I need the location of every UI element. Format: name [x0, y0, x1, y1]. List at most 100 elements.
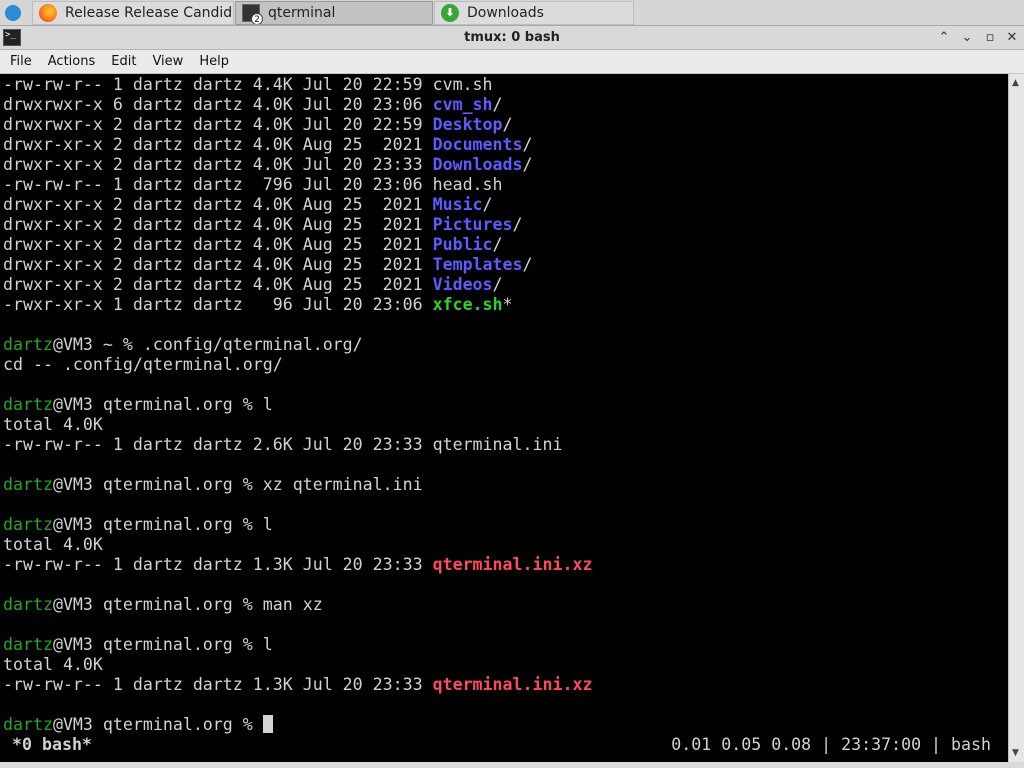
file-entry: drwxr-xr-x 2 dartz dartz 4.0K Aug 25 202… [3, 135, 1008, 155]
directory-listing: -rw-rw-r-- 1 dartz dartz 4.4K Jul 20 22:… [3, 75, 1008, 315]
text-cursor [262, 715, 273, 733]
file-name: xfce.sh [432, 295, 503, 314]
window-bottom-border [0, 762, 1024, 768]
file-entry: drwxr-xr-x 2 dartz dartz 4.0K Jul 20 23:… [3, 155, 1008, 175]
window-count-badge: 2 [251, 13, 263, 24]
prompt-user: dartz [3, 635, 53, 654]
file-meta: drwxr-xr-x 2 dartz dartz 4.0K Jul 20 23:… [3, 155, 433, 174]
file-meta: -rwxr-xr-x 1 dartz dartz 96 Jul 20 23:06 [3, 295, 433, 314]
file-entry: drwxr-xr-x 2 dartz dartz 4.0K Aug 25 202… [3, 195, 1008, 215]
menu-view[interactable]: View [146, 54, 189, 69]
command-text: @VM3 ~ % .config/qterminal.org/ [52, 335, 363, 354]
minimize-button[interactable]: ⌄ [958, 29, 976, 47]
file-type-suffix: / [482, 195, 493, 214]
file-meta: drwxr-xr-x 2 dartz dartz 4.0K Aug 25 202… [3, 215, 433, 234]
taskbar: Release Release Candid... 2 qterminal ⬇ … [0, 0, 1024, 26]
shade-button[interactable]: ⌃ [935, 29, 953, 47]
file-meta: drwxr-xr-x 2 dartz dartz 4.0K Aug 25 202… [3, 135, 433, 154]
prompt-line: dartz@VM3 qterminal.org % man xz [3, 595, 1008, 615]
taskbar-item-qterminal[interactable]: 2 qterminal [235, 1, 433, 25]
file-entry: -rw-rw-r-- 1 dartz dartz 796 Jul 20 23:0… [3, 175, 1008, 195]
firefox-icon [39, 4, 57, 22]
current-prompt-line: dartz@VM3 qterminal.org % [3, 715, 1008, 735]
menu-file[interactable]: File [4, 54, 38, 69]
file-entry: -rwxr-xr-x 1 dartz dartz 96 Jul 20 23:06… [3, 295, 1008, 315]
taskbar-item-firefox[interactable]: Release Release Candid... [32, 1, 234, 25]
menu-bar: File Actions Edit View Help [0, 50, 1024, 74]
output-line: total 4.0K [3, 535, 103, 554]
prompt-line: dartz@VM3 qterminal.org % xz qterminal.i… [3, 475, 1008, 495]
terminal-icon: 2 [242, 4, 263, 24]
prompt-user: dartz [3, 715, 53, 734]
file-name: qterminal.ini [432, 435, 563, 454]
file-type-suffix: / [522, 135, 533, 154]
file-name: qterminal.ini.xz [432, 675, 593, 694]
file-name: Pictures [432, 215, 513, 234]
tmux-status-bar: *0 bash* 0.01 0.05 0.08 | 23:37:00 | bas… [0, 734, 1008, 756]
command-text: @VM3 qterminal.org % l [52, 635, 273, 654]
file-meta: drwxr-xr-x 2 dartz dartz 4.0K Aug 25 202… [3, 235, 433, 254]
file-meta: drwxr-xr-x 2 dartz dartz 4.0K Aug 25 202… [3, 195, 433, 214]
command-text: @VM3 qterminal.org % xz qterminal.ini [52, 475, 423, 494]
window-title: tmux: 0 bash [464, 30, 560, 45]
scroll-down-arrow-icon[interactable]: ▼ [1012, 748, 1019, 758]
file-name: Downloads [432, 155, 523, 174]
file-type-suffix: * [502, 295, 513, 314]
taskbar-item-label: Release Release Candid... [65, 5, 234, 21]
command-text: @VM3 qterminal.org % [52, 715, 263, 734]
file-entry: -rw-rw-r-- 1 dartz dartz 2.6K Jul 20 23:… [3, 435, 1008, 455]
command-text: @VM3 qterminal.org % l [52, 515, 273, 534]
taskbar-item-downloads[interactable]: ⬇ Downloads [434, 1, 634, 25]
menu-edit[interactable]: Edit [105, 54, 142, 69]
file-meta: -rw-rw-r-- 1 dartz dartz 4.4K Jul 20 22:… [3, 75, 433, 94]
file-entry: -rw-rw-r-- 1 dartz dartz 4.4K Jul 20 22:… [3, 75, 1008, 95]
file-meta: drwxrwxr-x 6 dartz dartz 4.0K Jul 20 23:… [3, 95, 433, 114]
window-titlebar[interactable]: >_ tmux: 0 bash ⌃ ⌄ ▫ ✕ [0, 26, 1024, 50]
file-type-suffix: / [502, 115, 513, 134]
file-type-suffix: / [522, 255, 533, 274]
tmux-window-indicator: *0 bash* [12, 735, 92, 754]
file-entry: drwxrwxr-x 2 dartz dartz 4.0K Jul 20 22:… [3, 115, 1008, 135]
file-type-suffix: / [512, 215, 523, 234]
file-name: Videos [432, 275, 493, 294]
terminal-output[interactable]: -rw-rw-r-- 1 dartz dartz 4.4K Jul 20 22:… [0, 74, 1008, 762]
file-meta: drwxrwxr-x 2 dartz dartz 4.0K Jul 20 22:… [3, 115, 433, 134]
prompt-line: dartz@VM3 qterminal.org % l [3, 395, 1008, 415]
file-type-suffix: / [492, 275, 503, 294]
output-line: total 4.0K [3, 415, 103, 434]
file-name: head.sh [432, 175, 503, 194]
tmux-status-right: 0.01 0.05 0.08 | 23:37:00 | bash [671, 735, 991, 754]
command-text: @VM3 qterminal.org % l [52, 395, 273, 414]
maximize-button[interactable]: ▫ [981, 29, 999, 47]
file-meta: -rw-rw-r-- 1 dartz dartz 2.6K Jul 20 23:… [3, 435, 433, 454]
file-entry: drwxr-xr-x 2 dartz dartz 4.0K Aug 25 202… [3, 255, 1008, 275]
file-type-suffix: / [492, 235, 503, 254]
output-line: cd -- .config/qterminal.org/ [3, 355, 283, 374]
file-meta: -rw-rw-r-- 1 dartz dartz 1.3K Jul 20 23:… [3, 675, 433, 694]
prompt-line: dartz@VM3 qterminal.org % l [3, 635, 1008, 655]
file-entry: drwxr-xr-x 2 dartz dartz 4.0K Aug 25 202… [3, 275, 1008, 295]
file-entry: drwxr-xr-x 2 dartz dartz 4.0K Aug 25 202… [3, 215, 1008, 235]
file-name: Desktop [432, 115, 503, 134]
app-menu-button[interactable] [2, 3, 24, 23]
prompt-line: dartz@VM3 ~ % .config/qterminal.org/ [3, 335, 1008, 355]
download-icon: ⬇ [441, 4, 459, 22]
file-name: qterminal.ini.xz [432, 555, 593, 574]
file-name: cvm.sh [432, 75, 493, 94]
menu-actions[interactable]: Actions [42, 54, 102, 69]
file-name: Documents [432, 135, 523, 154]
menu-help[interactable]: Help [193, 54, 235, 69]
file-name: Music [432, 195, 483, 214]
output-line: total 4.0K [3, 655, 103, 674]
file-meta: -rw-rw-r-- 1 dartz dartz 796 Jul 20 23:0… [3, 175, 433, 194]
file-entry: drwxr-xr-x 2 dartz dartz 4.0K Aug 25 202… [3, 235, 1008, 255]
scroll-up-arrow-icon[interactable]: ▲ [1012, 78, 1019, 88]
file-meta: -rw-rw-r-- 1 dartz dartz 1.3K Jul 20 23:… [3, 555, 433, 574]
terminal-scrollbar[interactable]: ▲ ▼ [1008, 74, 1024, 762]
close-button[interactable]: ✕ [1003, 29, 1021, 47]
